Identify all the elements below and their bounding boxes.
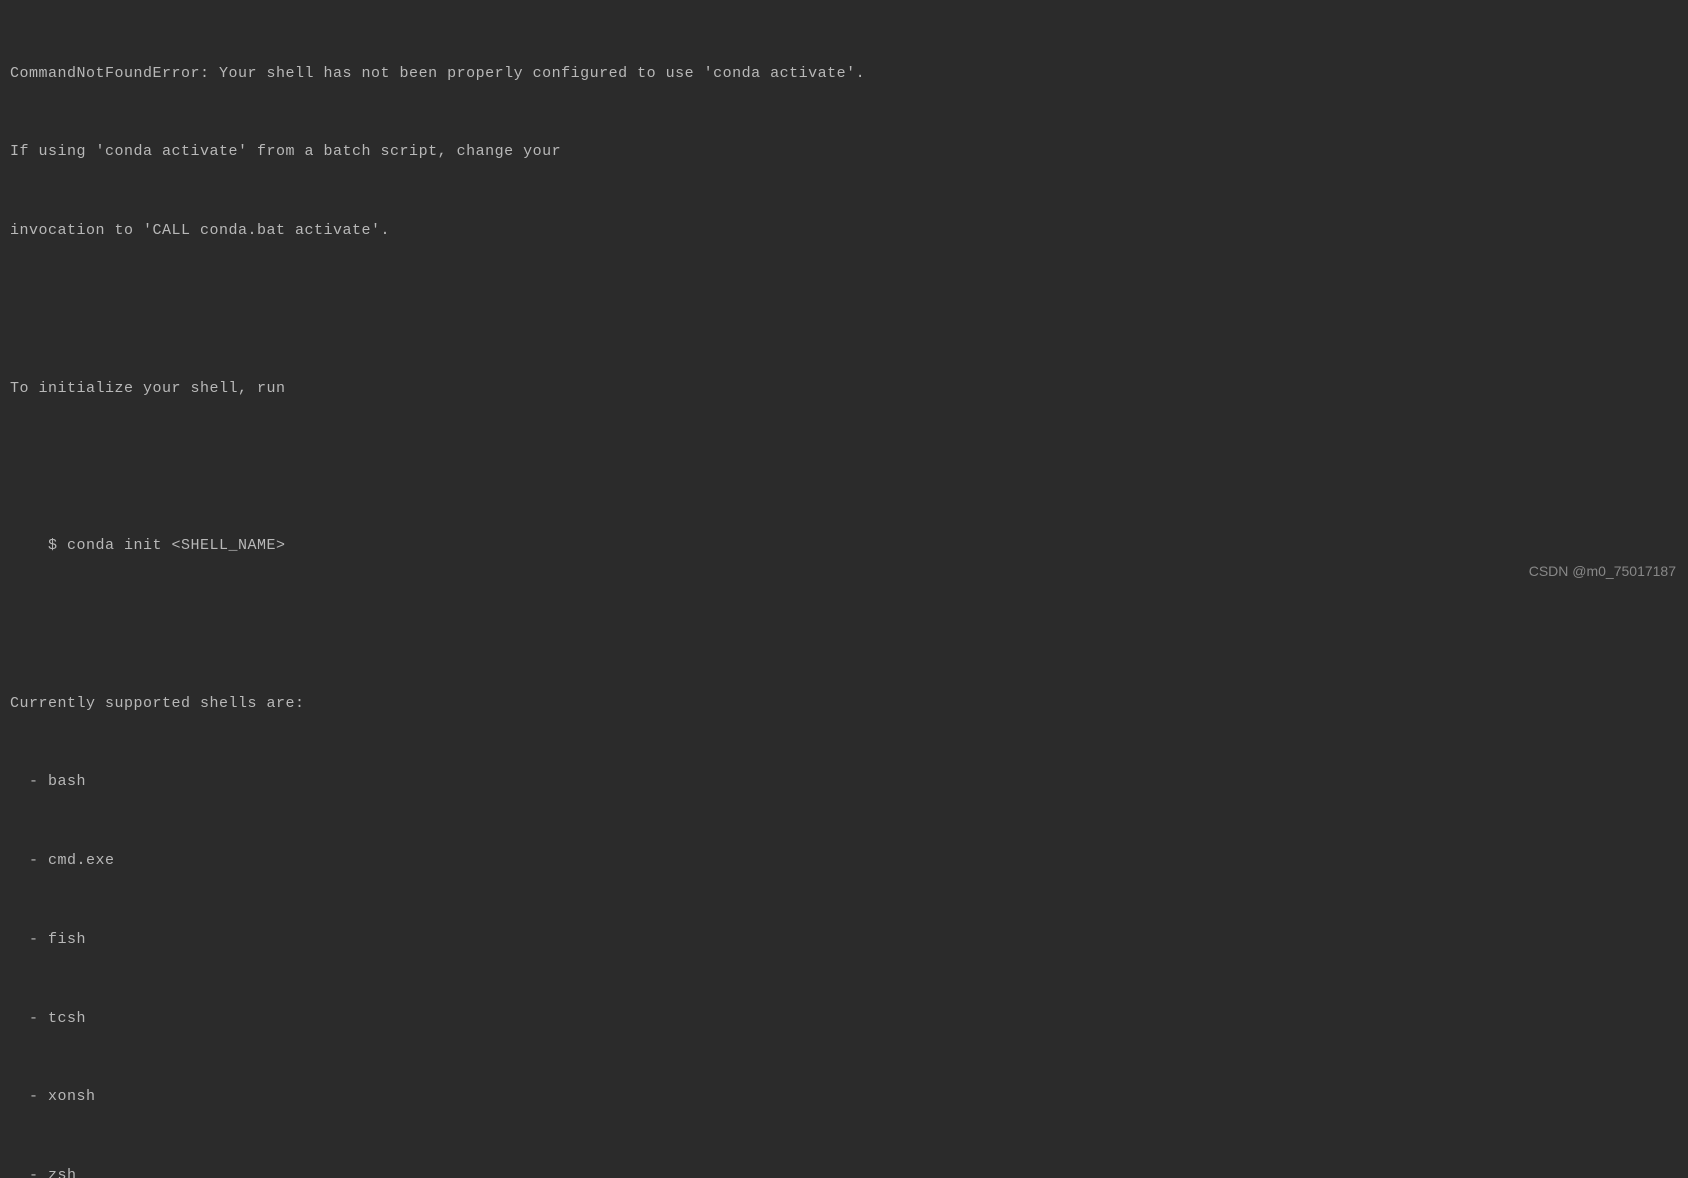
supported-shells-header: Currently supported shells are: bbox=[10, 691, 1678, 717]
blank-line bbox=[10, 454, 1678, 480]
blank-line bbox=[10, 612, 1678, 638]
csdn-watermark: CSDN @m0_75017187 bbox=[1529, 559, 1676, 584]
shell-bash: - bash bbox=[10, 769, 1678, 795]
shell-cmdexe: - cmd.exe bbox=[10, 848, 1678, 874]
error-line-3: invocation to 'CALL conda.bat activate'. bbox=[10, 218, 1678, 244]
error-line-1: CommandNotFoundError: Your shell has not… bbox=[10, 61, 1678, 87]
shell-xonsh: - xonsh bbox=[10, 1084, 1678, 1110]
terminal-output: CommandNotFoundError: Your shell has not… bbox=[10, 8, 1678, 1178]
init-command: $ conda init <SHELL_NAME> bbox=[10, 533, 1678, 559]
shell-zsh: - zsh bbox=[10, 1163, 1678, 1178]
shell-fish: - fish bbox=[10, 927, 1678, 953]
error-line-2: If using 'conda activate' from a batch s… bbox=[10, 139, 1678, 165]
shell-tcsh: - tcsh bbox=[10, 1006, 1678, 1032]
init-instruction: To initialize your shell, run bbox=[10, 376, 1678, 402]
blank-line bbox=[10, 297, 1678, 323]
